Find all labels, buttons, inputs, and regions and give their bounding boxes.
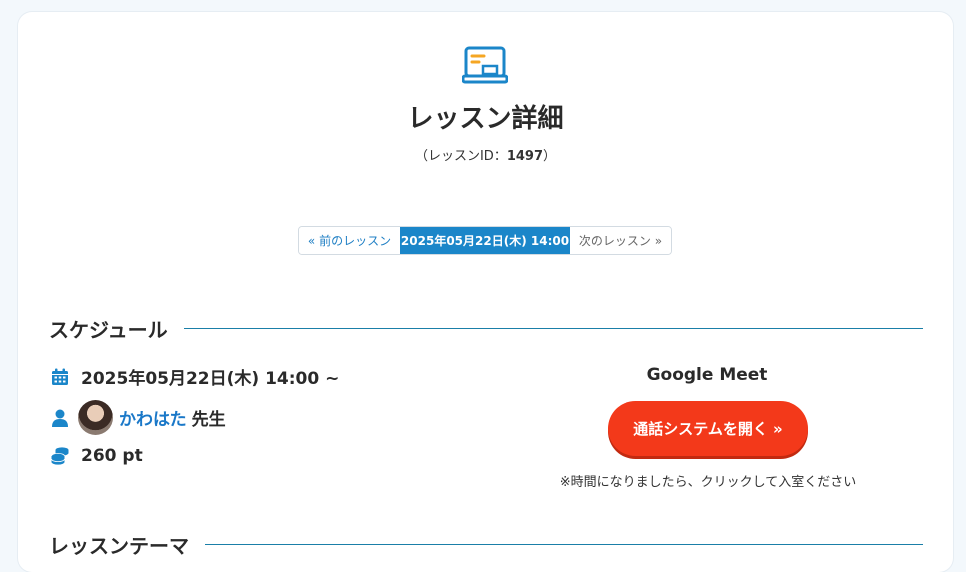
prev-lesson-link[interactable]: « 前のレッスン <box>299 227 400 254</box>
teacher-name-link[interactable]: かわはた <box>119 405 187 430</box>
lesson-pager: « 前のレッスン 2025年05月22日(木) 14:00 次のレッスン » <box>298 226 672 255</box>
next-lesson-link[interactable]: 次のレッスン » <box>570 227 671 254</box>
user-icon <box>52 409 68 427</box>
heading-rule <box>205 544 923 545</box>
heading-rule <box>183 328 923 329</box>
laptop-icon <box>462 46 508 84</box>
current-lesson-date: 2025年05月22日(木) 14:00 <box>400 227 570 254</box>
lesson-id-value: 1497 <box>506 149 544 164</box>
schedule-points: 260 pt <box>50 446 143 466</box>
lesson-detail-card: レッスン詳細 （レッスンID：1497） « 前のレッスン 2025年05月22… <box>18 12 953 572</box>
open-call-system-button[interactable]: 通話システムを開く » <box>608 401 808 456</box>
teacher-avatar[interactable] <box>78 400 113 435</box>
entry-note: ※時間になりましたら、クリックして入室ください <box>559 475 857 490</box>
schedule-teacher: かわはた 先生 <box>50 400 226 435</box>
call-system-label: Google Meet <box>646 365 768 385</box>
teacher-suffix: 先生 <box>191 410 226 430</box>
schedule-heading: スケジュール <box>49 314 923 343</box>
coins-icon <box>51 447 69 465</box>
lesson-id: （レッスンID：1497） <box>414 149 557 164</box>
calendar-icon <box>52 368 68 385</box>
schedule-date: 2025年05月22日(木) 14:00 ~ <box>50 364 339 389</box>
lesson-theme-heading: レッスンテーマ <box>49 530 923 559</box>
page-title: レッスン詳細 <box>407 104 564 134</box>
